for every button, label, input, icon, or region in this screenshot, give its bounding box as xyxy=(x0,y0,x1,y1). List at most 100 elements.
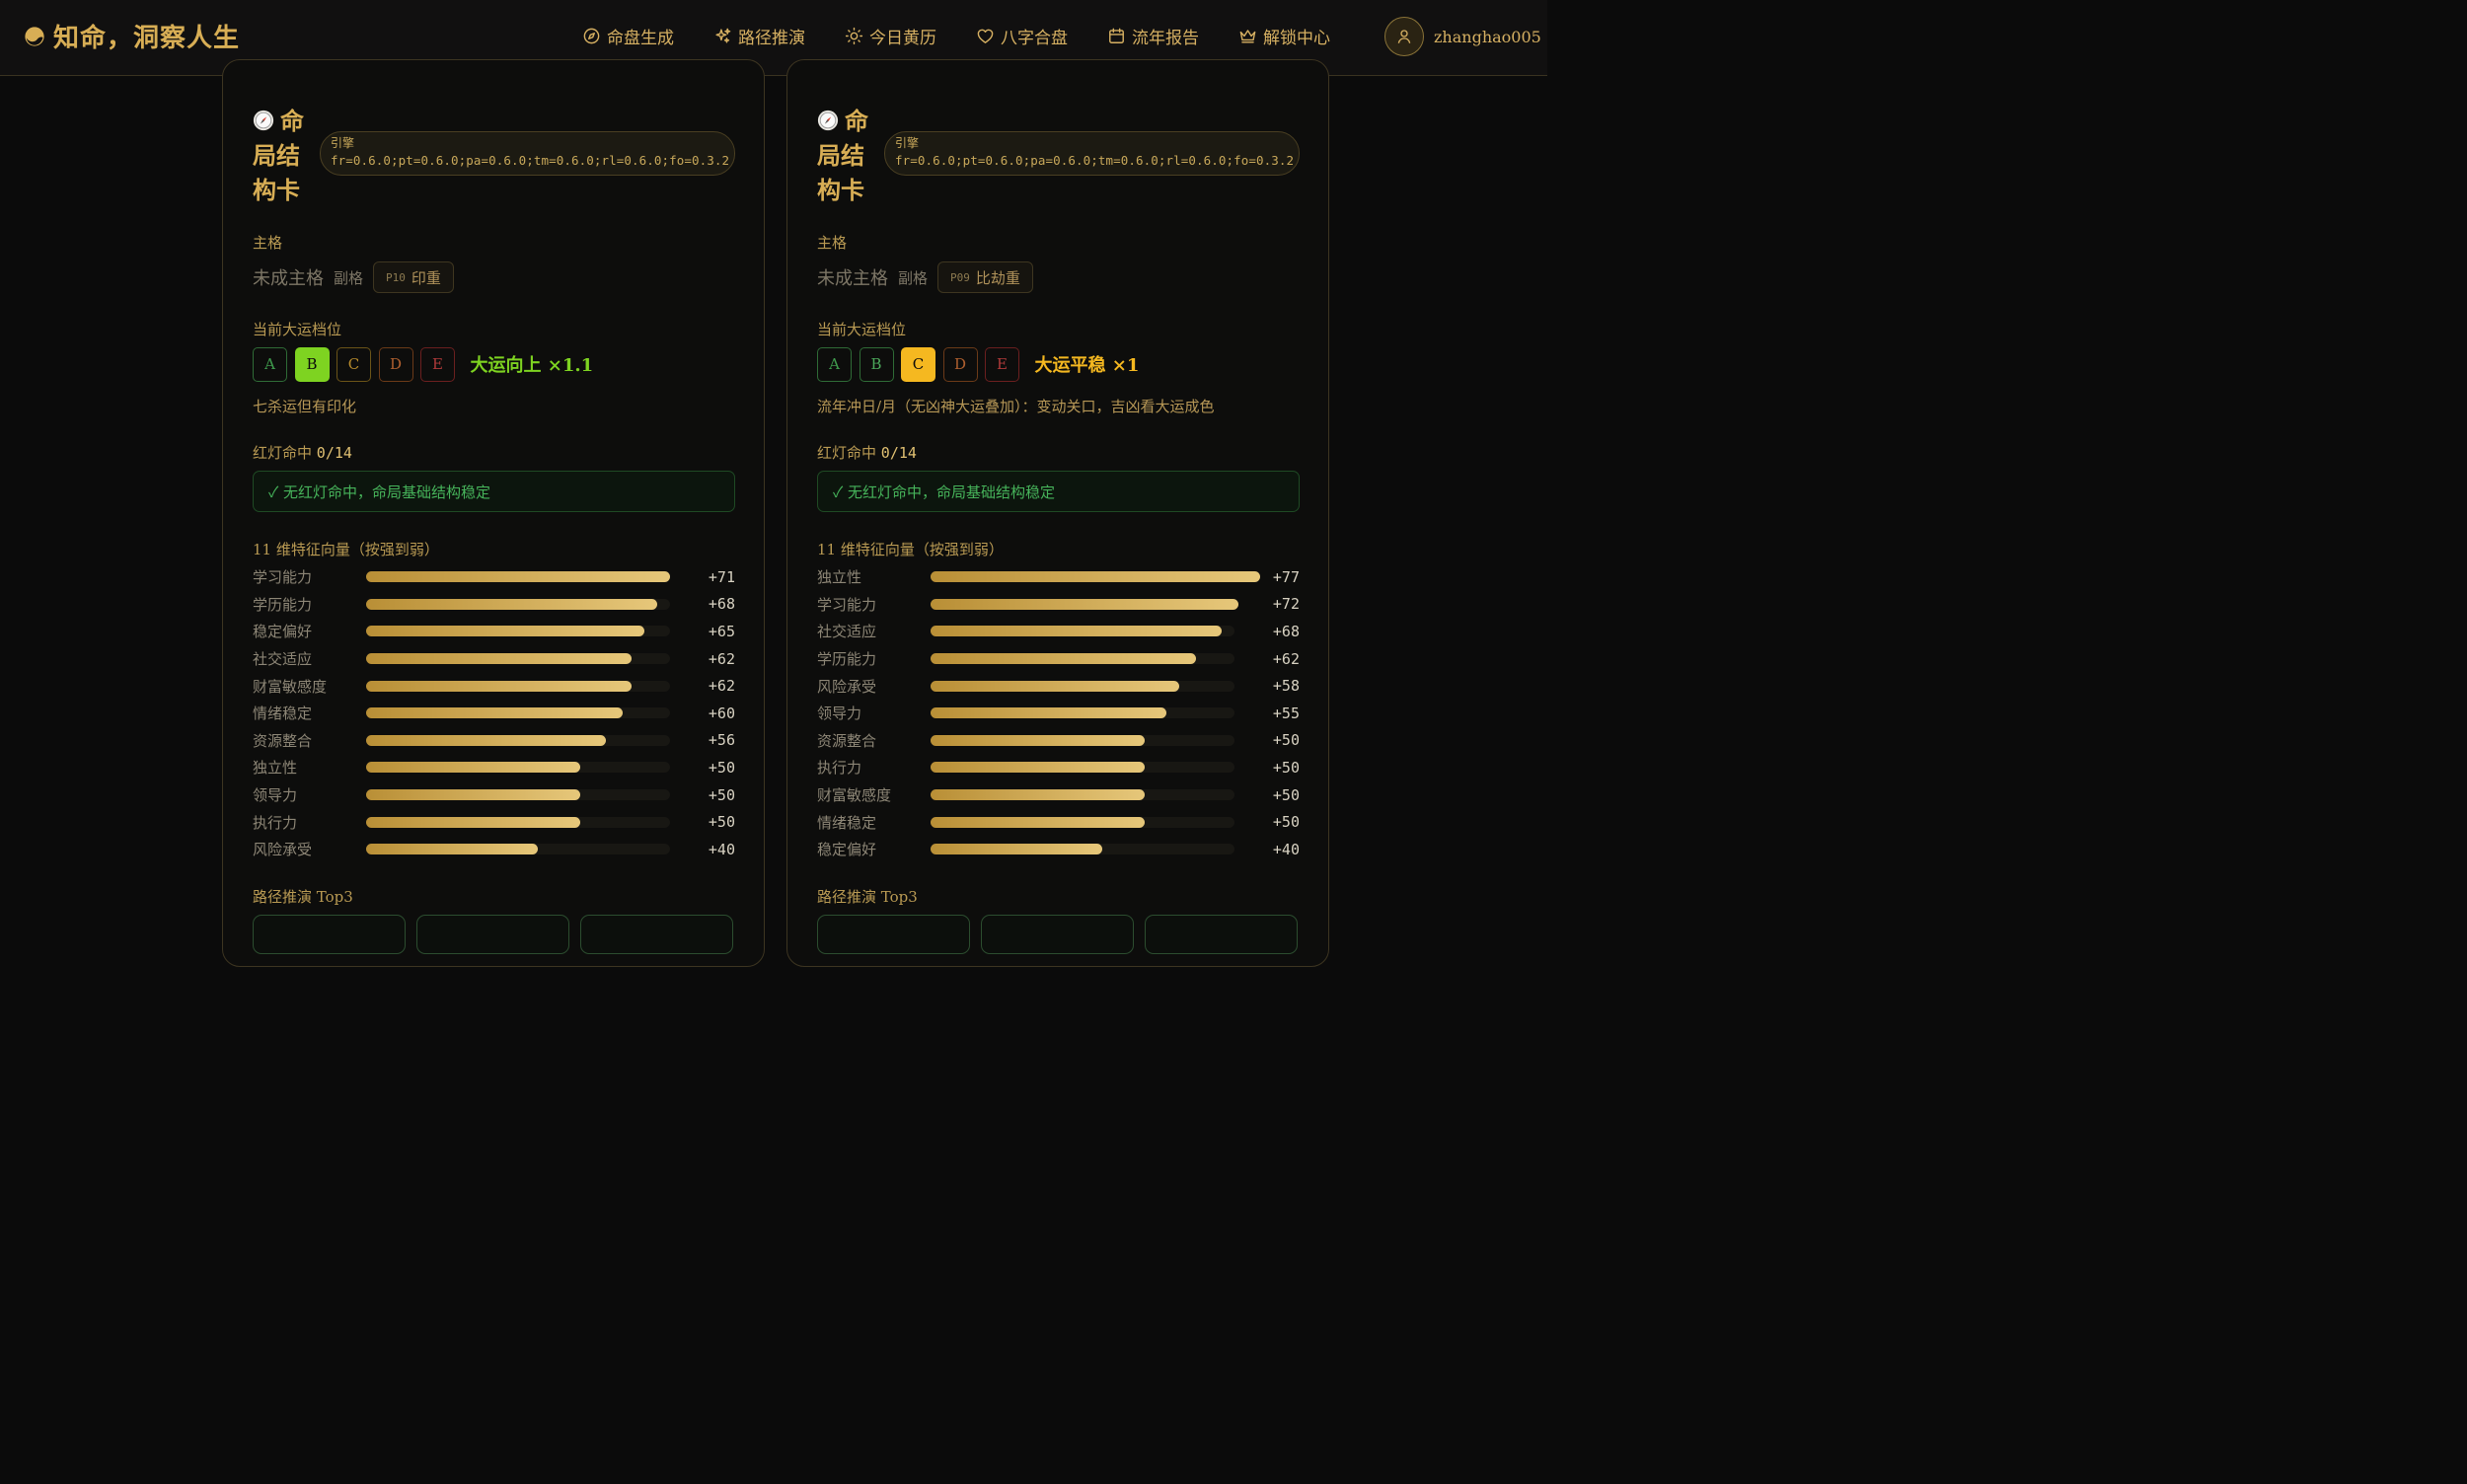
grade-a[interactable]: A xyxy=(253,346,287,382)
path-card[interactable] xyxy=(817,915,970,954)
feature-name: 社交适应 xyxy=(817,623,877,641)
feature-value: +50 xyxy=(1272,785,1300,804)
feature-bar-fill xyxy=(366,680,632,692)
feature-bar-track xyxy=(931,707,1234,719)
main-pattern-value: 未成主格 xyxy=(253,268,324,289)
feature-value: +56 xyxy=(708,731,735,750)
feature-name: 情绪稳定 xyxy=(817,813,877,832)
feature-bar-track xyxy=(366,680,670,692)
card-header: 命局结构卡 引擎 fr=0.6.0;pt=0.6.0;pa=0.6.0;tm=0… xyxy=(253,104,735,212)
brand-title: 知命，洞察人生 xyxy=(53,24,241,53)
grade-c[interactable]: C xyxy=(901,346,935,382)
path-card[interactable] xyxy=(253,915,406,954)
redlight-ok-message: ✓ 无红灯命中，命局基础结构稳定 xyxy=(817,471,1300,512)
feature-vector-title: 11 维特征向量（按强到弱） xyxy=(817,541,1004,558)
feature-bar-fill xyxy=(366,707,624,719)
grade-d[interactable]: D xyxy=(378,346,413,382)
feature-value: +60 xyxy=(708,704,735,722)
nav-item-annual-report[interactable]: 流年报告 xyxy=(1107,24,1199,48)
grade-d[interactable]: D xyxy=(942,346,978,382)
feature-value: +62 xyxy=(1272,649,1300,668)
card-title: 命局结构卡 xyxy=(253,104,320,207)
feature-vector-row: 学习能力 +72 xyxy=(817,591,1300,619)
feature-vector-row: 学历能力 +68 xyxy=(253,591,735,619)
feature-vector-row: 资源整合 +50 xyxy=(817,727,1300,755)
feature-bar-fill xyxy=(931,816,1145,828)
feature-name: 学习能力 xyxy=(253,568,313,587)
feature-vector-list: 学习能力 +71 学历能力 +68 稳定偏好 +65 社交适应 +62 财富敏感度 +62 情绪稳定… xyxy=(253,563,735,863)
grade-note: 流年冲日/月（无凶神大运叠加）：变动关口，吉凶看大运成色 xyxy=(817,398,1215,415)
feature-vector-row: 社交适应 +68 xyxy=(817,618,1300,645)
grade-label: 当前大运档位 xyxy=(253,321,342,338)
grade-a[interactable]: A xyxy=(817,346,852,382)
path-card[interactable] xyxy=(416,915,569,954)
path-card[interactable] xyxy=(1145,915,1298,954)
feature-vector-row: 资源整合 +56 xyxy=(253,727,735,755)
feature-vector-row: 财富敏感度 +62 xyxy=(253,672,735,700)
path-card[interactable] xyxy=(981,915,1134,954)
feature-bar-fill xyxy=(931,789,1145,801)
feature-bar-fill xyxy=(366,789,580,801)
sub-pattern-label: 副格 xyxy=(334,268,364,287)
grade-label: 当前大运档位 xyxy=(817,321,907,338)
feature-bar-fill xyxy=(366,816,580,828)
feature-bar-fill xyxy=(931,762,1145,774)
feature-bar-fill xyxy=(931,734,1145,746)
path-top3-title: 路径推演 Top3 xyxy=(253,888,353,906)
feature-name: 学历能力 xyxy=(253,595,313,614)
calendar-icon xyxy=(1109,28,1124,43)
engine-value: fr=0.6.0;pt=0.6.0;pa=0.6.0;tm=0.6.0;rl=0… xyxy=(895,153,1295,168)
feature-bar-track xyxy=(931,816,1234,828)
main-pattern-value: 未成主格 xyxy=(817,268,888,289)
feature-name: 稳定偏好 xyxy=(253,623,313,641)
grade-b[interactable]: B xyxy=(294,346,330,382)
path-card[interactable] xyxy=(580,915,733,954)
heart-icon xyxy=(977,29,994,43)
feature-bar-fill xyxy=(366,626,644,637)
feature-vector-row: 学历能力 +62 xyxy=(817,645,1300,673)
nav-item-almanac[interactable]: 今日黄历 xyxy=(845,24,936,48)
redlight-ok-message: ✓ 无红灯命中，命局基础结构稳定 xyxy=(253,471,735,512)
feature-vector-row: 情绪稳定 +60 xyxy=(253,700,735,727)
feature-bar-fill xyxy=(931,653,1196,665)
feature-bar-track xyxy=(366,789,670,801)
sparkles-icon xyxy=(715,28,731,43)
nav-item-path[interactable]: 路径推演 xyxy=(713,24,805,48)
nav-item-match[interactable]: 八字合盘 xyxy=(976,24,1068,48)
feature-bar-track xyxy=(366,626,670,637)
feature-vector-row: 领导力 +50 xyxy=(253,781,735,809)
feature-vector-row: 独立性 +77 xyxy=(817,563,1300,591)
card-title: 命局结构卡 xyxy=(817,104,884,207)
yin-yang-logo-icon xyxy=(25,26,44,46)
feature-bar-track xyxy=(366,653,670,665)
nav-item-unlock[interactable]: 解锁中心 xyxy=(1238,24,1330,48)
feature-name: 稳定偏好 xyxy=(817,841,877,859)
grade-e[interactable]: E xyxy=(420,346,455,382)
brand[interactable]: 知命，洞察人生 xyxy=(24,18,240,54)
main-pattern-row: 未成主格 副格 P09 比劫重 xyxy=(817,260,1033,294)
user-menu[interactable]: zhanghao005 xyxy=(1384,17,1541,56)
engine-version-pill: 引擎 fr=0.6.0;pt=0.6.0;pa=0.6.0;tm=0.6.0;r… xyxy=(320,131,735,176)
feature-name: 风险承受 xyxy=(817,677,877,696)
feature-name: 独立性 xyxy=(817,568,862,587)
feature-value: +58 xyxy=(1272,677,1300,696)
nav-item-chart[interactable]: 命盘生成 xyxy=(582,24,674,48)
grade-b[interactable]: B xyxy=(859,346,894,382)
sub-pattern-name: 印重 xyxy=(411,268,441,287)
feature-value: +68 xyxy=(708,595,735,614)
feature-bar-fill xyxy=(366,653,632,665)
sub-pattern-code: P10 xyxy=(386,270,406,284)
engine-version-pill: 引擎 fr=0.6.0;pt=0.6.0;pa=0.6.0;tm=0.6.0;r… xyxy=(884,131,1300,176)
feature-value: +50 xyxy=(708,785,735,804)
grade-row: A B C D E 大运平稳 ×1 xyxy=(817,346,1139,382)
feature-vector-row: 领导力 +55 xyxy=(817,700,1300,727)
feature-value: +50 xyxy=(1272,813,1300,832)
feature-value: +50 xyxy=(708,758,735,777)
feature-vector-row: 情绪稳定 +50 xyxy=(817,808,1300,836)
avatar[interactable] xyxy=(1384,17,1424,56)
grade-e[interactable]: E xyxy=(985,346,1019,382)
feature-value: +72 xyxy=(1272,595,1300,614)
feature-bar-track xyxy=(931,680,1234,692)
feature-name: 学习能力 xyxy=(817,595,877,614)
grade-c[interactable]: C xyxy=(336,346,371,382)
